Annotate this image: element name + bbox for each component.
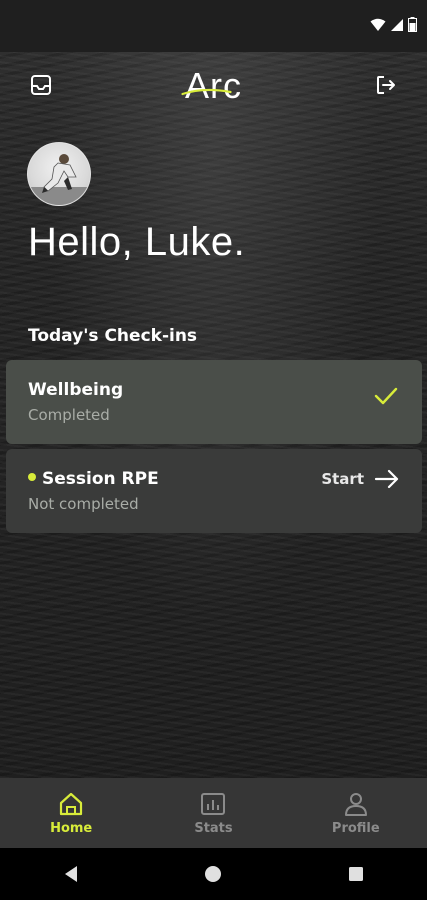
checkin-card-wellbeing[interactable]: Wellbeing Completed <box>6 360 422 444</box>
inbox-button[interactable] <box>28 72 54 98</box>
nav-item-profile[interactable]: Profile <box>285 778 427 848</box>
system-back-button[interactable] <box>51 854 91 894</box>
arrow-right-icon <box>374 469 399 489</box>
status-bar <box>0 0 427 52</box>
logout-button[interactable] <box>373 72 399 98</box>
avatar[interactable] <box>27 142 91 206</box>
start-button[interactable]: Start <box>321 469 400 489</box>
home-icon <box>60 792 83 815</box>
battery-icon <box>408 17 417 32</box>
checkin-title-text: Session RPE <box>42 469 159 489</box>
system-nav-bar <box>0 848 427 900</box>
hero-background: Arc Hello, Luke. Today's Check-ins Wellb… <box>0 52 427 778</box>
start-label: Start <box>321 470 364 488</box>
brand-logo: Arc <box>181 64 242 108</box>
logout-icon <box>377 76 395 94</box>
system-home-button[interactable] <box>193 854 233 894</box>
avatar-photo <box>28 154 90 205</box>
recents-square-icon <box>348 867 363 881</box>
bottom-nav: Home Stats Profile <box>0 778 427 848</box>
nav-label-stats: Stats <box>194 820 233 836</box>
nav-label-home: Home <box>50 820 93 836</box>
status-icons <box>370 17 417 32</box>
logo-swoosh <box>181 88 231 96</box>
nav-item-home[interactable]: Home <box>0 778 142 848</box>
system-recents-button[interactable] <box>336 854 376 894</box>
top-bar: Arc <box>0 64 427 108</box>
greeting: Hello, Luke. <box>28 220 246 264</box>
check-icon <box>374 387 398 405</box>
checkin-status: Not completed <box>28 495 139 513</box>
home-circle-icon <box>205 866 222 882</box>
checkin-status: Completed <box>28 406 110 424</box>
nav-label-profile: Profile <box>331 820 380 836</box>
signal-icon <box>391 18 403 31</box>
wifi-icon <box>370 18 386 31</box>
back-triangle-icon <box>65 866 78 882</box>
inbox-icon <box>31 75 51 95</box>
checkin-title: Session RPE <box>28 469 159 489</box>
nav-item-stats[interactable]: Stats <box>142 778 284 848</box>
checkin-card-session-rpe[interactable]: Session RPE Not completed Start <box>6 449 422 533</box>
pending-dot-icon <box>28 473 36 481</box>
profile-icon <box>344 792 367 816</box>
stats-icon <box>201 792 226 815</box>
section-title: Today's Check-ins <box>28 326 198 346</box>
checkin-title: Wellbeing <box>28 380 124 400</box>
